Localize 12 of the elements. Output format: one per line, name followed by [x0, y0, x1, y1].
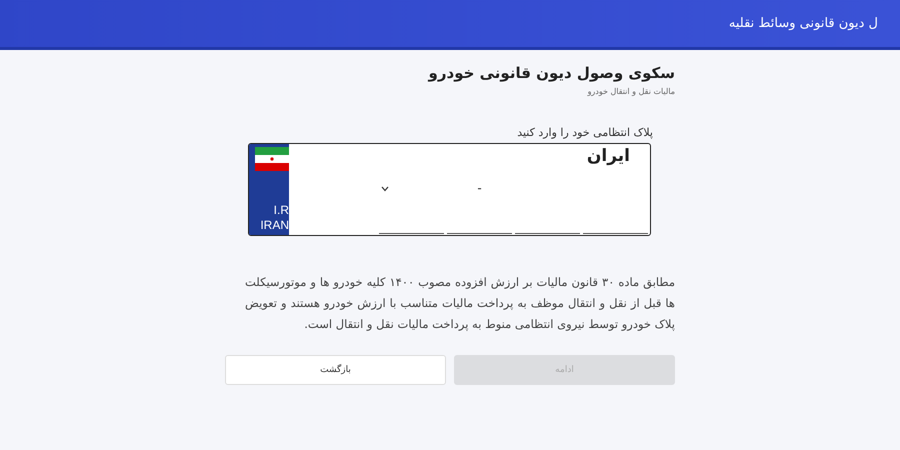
- letter-select[interactable]: -: [447, 189, 512, 234]
- page-title: سکوی وصول دیون قانونی خودرو: [428, 64, 675, 82]
- flag-icon: [255, 147, 289, 171]
- country-word: ایران: [586, 146, 630, 166]
- header-title: ل دیون قانونی وسائط نقلیه: [728, 16, 878, 31]
- caret-icon: [381, 186, 389, 192]
- notice-text: مطابق ماده ۳۰ قانون مالیات بر ارزش افزوده مصوب ۱۴۰۰ کلیه خودرو ها و موتورسیکلت ها قبل از نقل و انتقال موظف به پرداخت مالیات متناسب با ارزش خودرو هستند و تعویض پلاک خودرو توسط نیروی انتظامی منوط به پرداخت مالیات نقل و انتقال است.: [245, 274, 675, 333]
- plate-label: پلاک انتظامی خود را وارد کنید: [517, 126, 653, 139]
- back-button[interactable]: بازگشت: [225, 355, 446, 385]
- page-subtitle: مالیات نقل و انتقال خودرو: [588, 87, 675, 96]
- plate-code: I.R: [272, 203, 289, 218]
- plate-code: IRAN: [260, 218, 289, 233]
